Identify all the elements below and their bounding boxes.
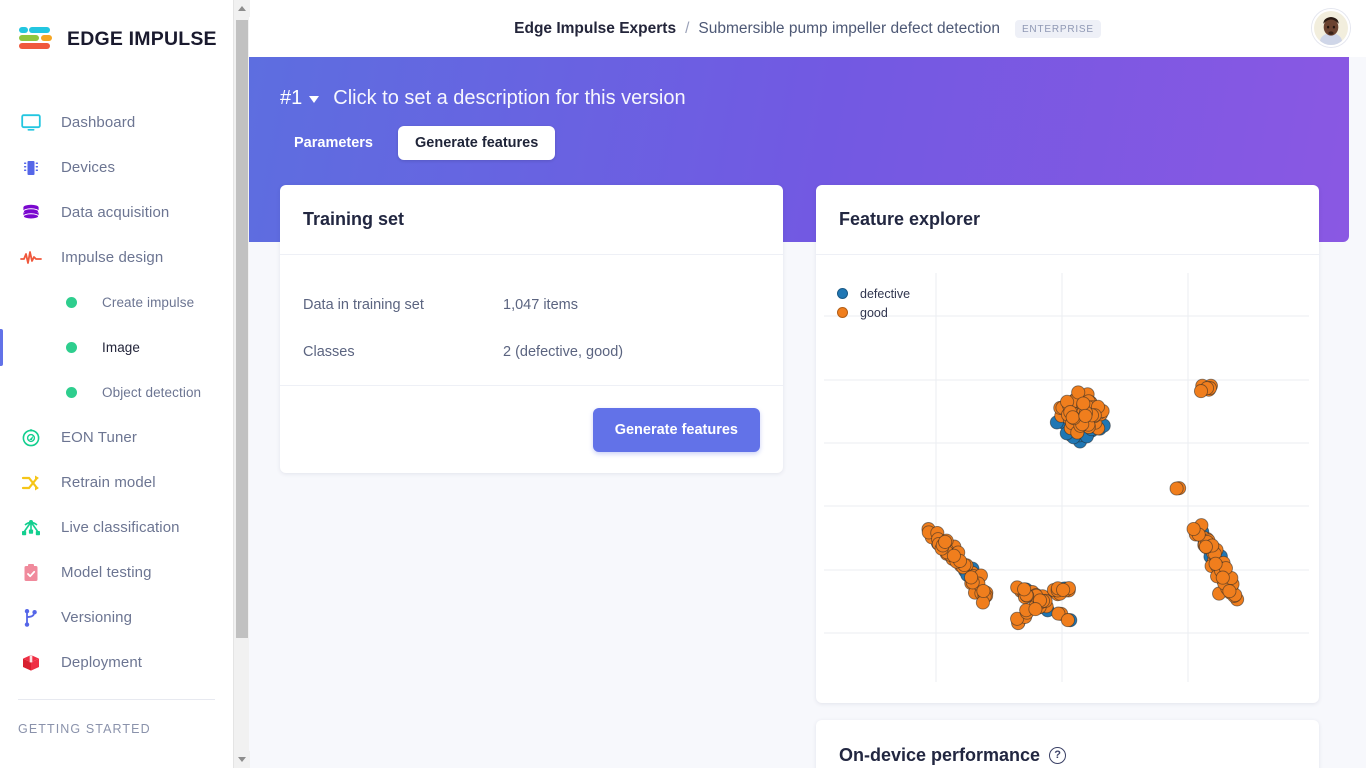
question-mark-icon[interactable]: ? [1049, 747, 1066, 764]
row-label: Data in training set [303, 297, 503, 313]
sidebar-section-getting-started: GETTING STARTED [0, 700, 233, 736]
chip-icon [18, 155, 44, 181]
card-header: Feature explorer [816, 185, 1319, 255]
brand-name: EDGE IMPULSE [67, 28, 217, 51]
version-description[interactable]: Click to set a description for this vers… [333, 87, 685, 110]
database-icon [18, 200, 44, 226]
sidebar-item-label: Create impulse [102, 295, 194, 310]
feature-explorer-plot[interactable]: defective good [816, 255, 1319, 702]
sidebar-item-deployment[interactable]: Deployment [0, 640, 233, 685]
card-body: Data in training set 1,047 items Classes… [280, 255, 783, 375]
legend-dot-icon [837, 307, 848, 318]
legend-dot-icon [837, 288, 848, 299]
avatar[interactable] [1312, 9, 1350, 47]
sidebar-item-create-impulse[interactable]: Create impulse [0, 280, 233, 325]
sidebar-item-label: EON Tuner [61, 429, 137, 446]
sidebar-item-devices[interactable]: Devices [0, 145, 233, 190]
main-content: Edge Impulse Experts / Submersible pump … [249, 0, 1366, 768]
version-row: #1 Click to set a description for this v… [249, 57, 1349, 110]
monitor-icon [18, 110, 44, 136]
box-icon [18, 650, 44, 676]
sidebar-nav: Dashboard [0, 100, 233, 685]
scrollbar-thumb[interactable] [236, 20, 248, 638]
scrollbar-up-arrow[interactable] [234, 0, 250, 17]
breadcrumb: Edge Impulse Experts / Submersible pump … [514, 20, 1101, 38]
legend-item-good[interactable]: good [837, 303, 910, 322]
card-footer: Generate features [280, 385, 783, 473]
sidebar-item-label: Deployment [61, 654, 142, 671]
plot-legend: defective good [837, 284, 910, 322]
card-header: On-device performance ? [816, 720, 1319, 768]
card-title: Training set [303, 209, 404, 230]
sidebar-item-label: Versioning [61, 609, 132, 626]
clipboard-check-icon [18, 560, 44, 586]
scatter-plot-svg[interactable] [816, 255, 1319, 702]
card-header: Training set [280, 185, 783, 255]
bullet-icon [58, 335, 84, 361]
sidebar-item-live-classification[interactable]: Live classification [0, 505, 233, 550]
topbar: Edge Impulse Experts / Submersible pump … [249, 0, 1366, 57]
sidebar-item-label: Image [102, 340, 140, 355]
sidebar-item-label: Data acquisition [61, 204, 169, 221]
sidebar-item-image[interactable]: Image [0, 325, 233, 370]
legend-label: defective [860, 287, 910, 301]
legend-label: good [860, 306, 888, 320]
sidebar-item-label: Devices [61, 159, 115, 176]
bullet-icon [58, 380, 84, 406]
tab-bar: Parameters Generate features [249, 110, 1349, 160]
breadcrumb-project[interactable]: Submersible pump impeller defect detecti… [698, 20, 1000, 38]
branch-icon [18, 605, 44, 631]
sidebar-item-label: Model testing [61, 564, 152, 581]
sidebar-item-retrain-model[interactable]: Retrain model [0, 460, 233, 505]
breadcrumb-separator: / [685, 20, 689, 38]
row-value: 2 (defective, good) [503, 344, 623, 360]
generate-features-button[interactable]: Generate features [593, 408, 760, 452]
waveform-icon [18, 245, 44, 271]
sidebar-item-dashboard[interactable]: Dashboard [0, 100, 233, 145]
page-scrollbar[interactable] [233, 0, 249, 768]
version-selector[interactable]: #1 [280, 87, 319, 110]
tab-generate-features[interactable]: Generate features [398, 126, 555, 160]
app-root: EDGE IMPULSE Dashboard [0, 0, 1366, 768]
sidebar-item-impulse-design[interactable]: Impulse design [0, 235, 233, 280]
training-row-data: Data in training set 1,047 items [303, 281, 760, 328]
legend-item-defective[interactable]: defective [837, 284, 910, 303]
on-device-performance-card: On-device performance ? [816, 720, 1319, 768]
shuffle-icon [18, 470, 44, 496]
row-label: Classes [303, 344, 503, 360]
brand-logo[interactable]: EDGE IMPULSE [0, 0, 233, 54]
enterprise-badge: ENTERPRISE [1015, 20, 1101, 38]
card-title: On-device performance [839, 745, 1040, 766]
scrollbar-down-arrow[interactable] [234, 751, 250, 768]
sidebar-item-label: Live classification [61, 519, 180, 536]
sidebar-item-model-testing[interactable]: Model testing [0, 550, 233, 595]
sidebar-item-label: Dashboard [61, 114, 135, 131]
user-avatar-icon [1314, 11, 1348, 45]
bullet-icon [58, 290, 84, 316]
sidebar-item-data-acquisition[interactable]: Data acquisition [0, 190, 233, 235]
edge-impulse-logo-icon [18, 24, 58, 54]
feature-explorer-card: Feature explorer defective good [816, 185, 1319, 703]
compass-icon [18, 425, 44, 451]
version-number: #1 [280, 87, 302, 110]
sidebar-item-eon-tuner[interactable]: EON Tuner [0, 415, 233, 460]
sidebar-item-object-detection[interactable]: Object detection [0, 370, 233, 415]
chevron-down-icon [309, 96, 319, 103]
tab-parameters[interactable]: Parameters [277, 126, 390, 160]
breadcrumb-org[interactable]: Edge Impulse Experts [514, 20, 676, 38]
sidebar-item-label: Object detection [102, 385, 201, 400]
sidebar-item-label: Impulse design [61, 249, 163, 266]
network-icon [18, 515, 44, 541]
sidebar: EDGE IMPULSE Dashboard [0, 0, 233, 768]
training-set-card: Training set Data in training set 1,047 … [280, 185, 783, 473]
sidebar-item-versioning[interactable]: Versioning [0, 595, 233, 640]
sidebar-item-label: Retrain model [61, 474, 156, 491]
training-row-classes: Classes 2 (defective, good) [303, 328, 760, 375]
card-title: Feature explorer [839, 209, 980, 230]
row-value: 1,047 items [503, 297, 578, 313]
